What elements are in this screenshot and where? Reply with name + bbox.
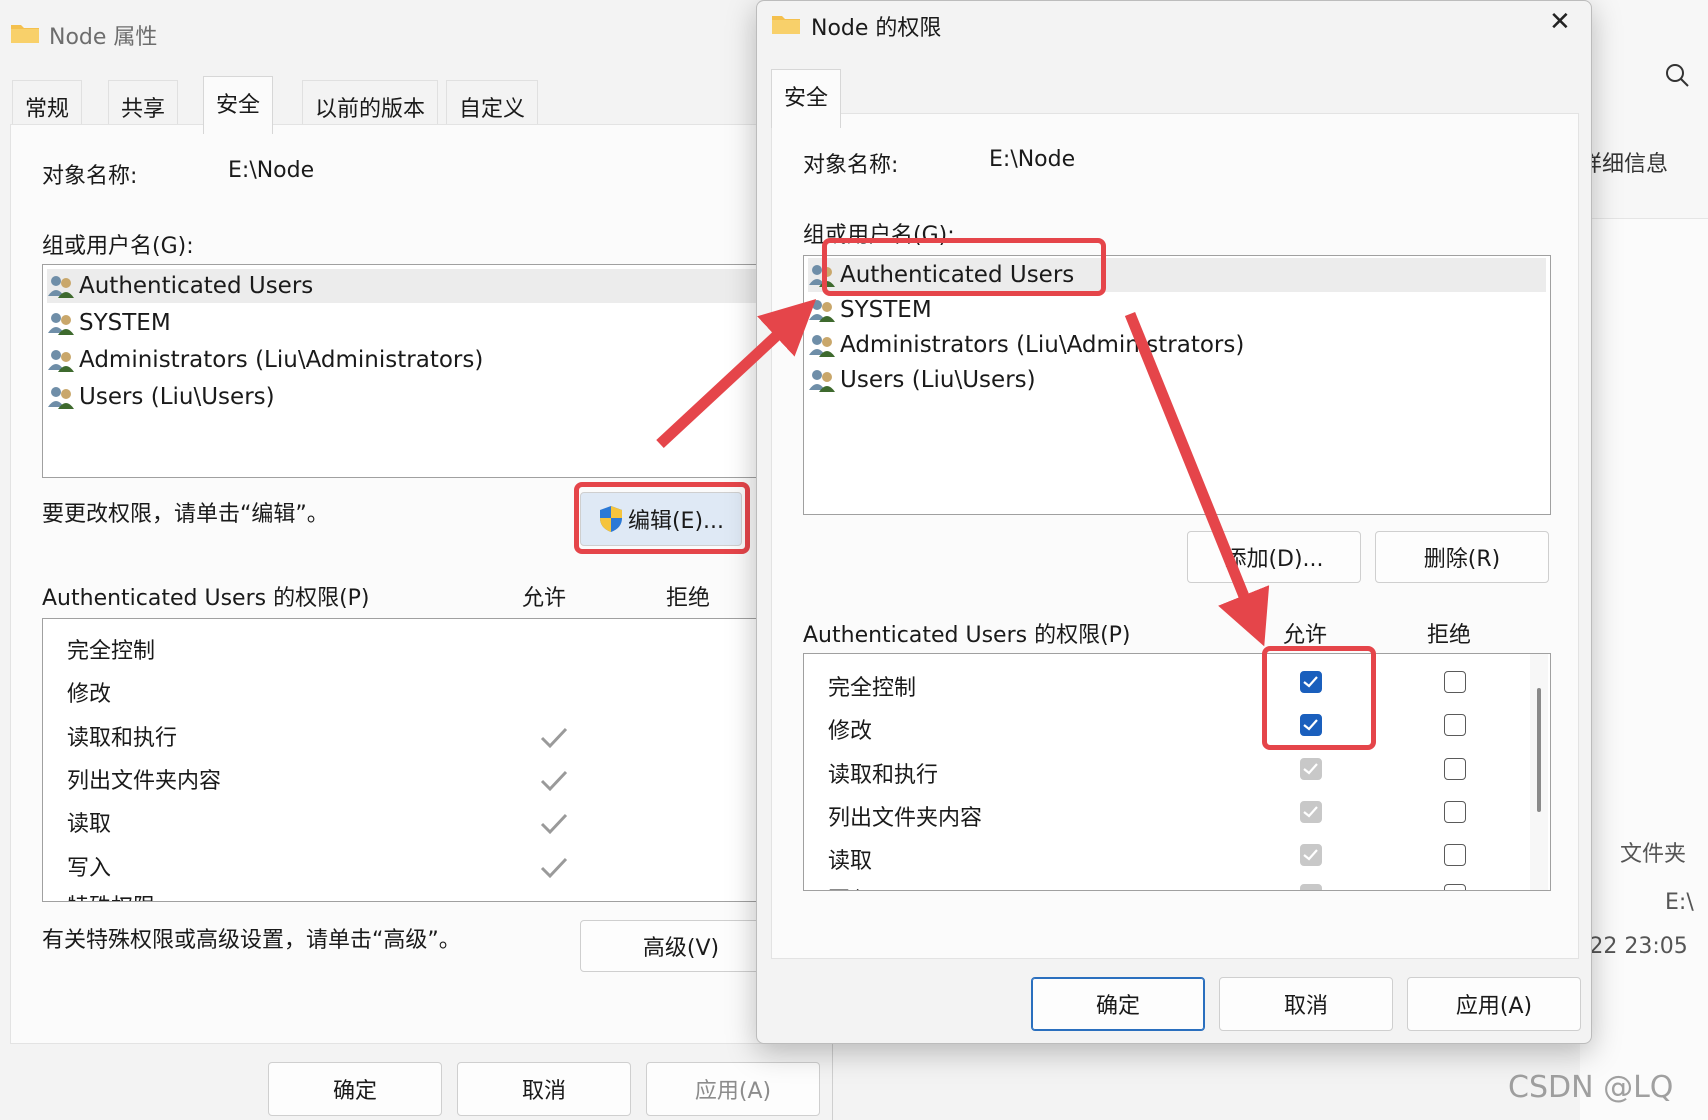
annotation-arrows bbox=[656, 299, 1270, 647]
annotation-arrow bbox=[656, 299, 817, 449]
annotation-arrow bbox=[1124, 311, 1270, 647]
watermark: CSDN @LQ bbox=[1508, 1070, 1674, 1105]
tab-security[interactable]: 安全 bbox=[771, 69, 842, 128]
tab-security[interactable]: 安全 bbox=[203, 76, 274, 134]
